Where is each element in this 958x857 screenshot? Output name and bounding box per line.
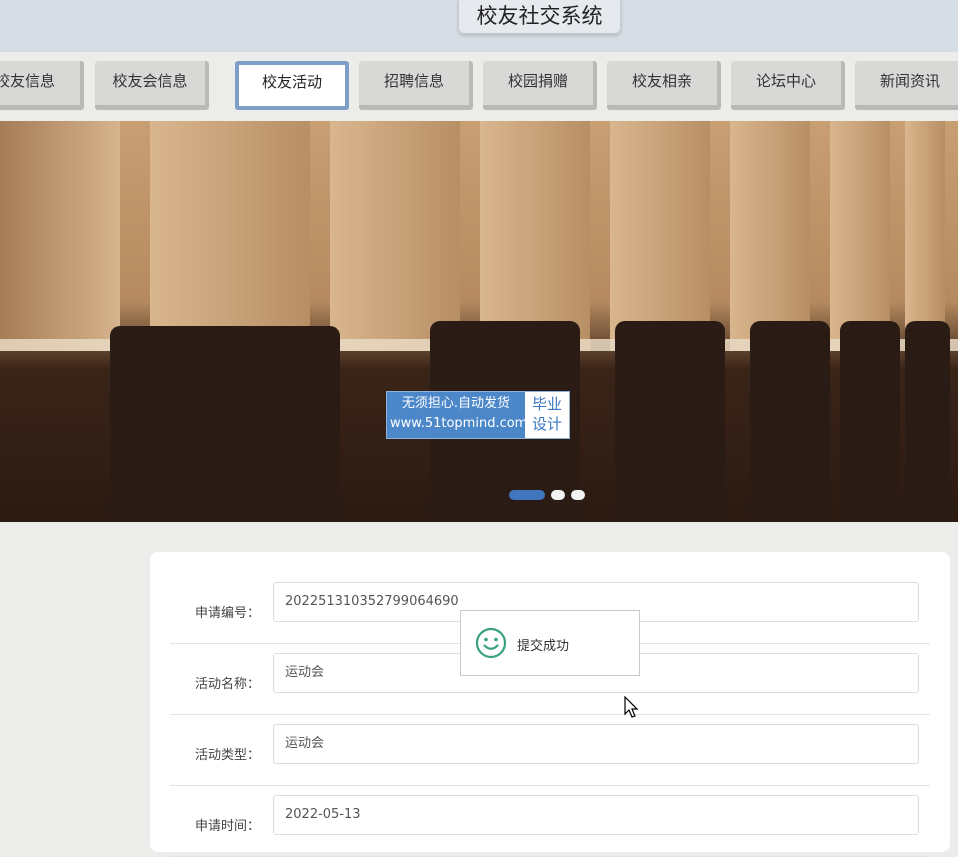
banner-panel <box>480 121 590 351</box>
carousel-dot-2[interactable] <box>551 490 565 500</box>
banner-chair <box>840 321 900 522</box>
form-label: 活动名称： <box>194 677 260 692</box>
activity-type-field[interactable]: 运动会 <box>273 724 919 764</box>
carousel-dot-3[interactable] <box>571 490 585 500</box>
banner-chair <box>110 326 340 522</box>
banner-chair <box>615 321 725 522</box>
banner-panel <box>150 121 310 351</box>
form-row-activity-type: 活动类型： 运动会 <box>170 714 930 786</box>
nav-item-matchmaking[interactable]: 校友相亲 <box>607 61 721 110</box>
nav-item-news[interactable]: 新闻资讯 <box>855 61 958 110</box>
carousel-indicators <box>509 490 585 500</box>
nav-item-alumni-activities[interactable]: 校友活动 <box>235 61 349 110</box>
watermark-badge: 无须担心.自动发货 www.51topmind.com 毕业 设计 <box>386 391 570 439</box>
top-bar: 校友社交系统 <box>0 0 958 52</box>
banner-panel <box>330 121 460 351</box>
banner-panel <box>610 121 710 351</box>
banner-chair <box>905 321 950 522</box>
nav-item-recruitment[interactable]: 招聘信息 <box>359 61 473 110</box>
form-row-application-time: 申请时间： 2022-05-13 <box>170 785 930 857</box>
app-title: 校友社交系统 <box>458 0 621 34</box>
success-toast: 提交成功 <box>460 610 640 676</box>
watermark-line-2: www.51topmind.com <box>390 416 528 431</box>
smile-icon <box>475 627 507 663</box>
watermark-tag-line-2: 设计 <box>531 415 562 433</box>
toast-message: 提交成功 <box>517 639 570 654</box>
application-time-field[interactable]: 2022-05-13 <box>273 795 919 835</box>
watermark-tag: 毕业 设计 <box>525 392 569 438</box>
nav-item-alumni-association[interactable]: 校友会信息 <box>95 61 209 110</box>
banner-panel <box>730 121 810 351</box>
banner-panel <box>905 121 945 351</box>
carousel-dot-1[interactable] <box>509 490 545 500</box>
nav-item-alumni-info[interactable]: 校友信息 <box>0 61 84 110</box>
mouse-cursor-icon <box>624 695 640 724</box>
banner-chair <box>750 321 830 522</box>
form-label: 申请编号： <box>194 606 260 621</box>
nav-item-forum[interactable]: 论坛中心 <box>731 61 845 110</box>
form-label: 活动类型： <box>194 748 260 763</box>
watermark-tag-line-1: 毕业 <box>531 395 562 413</box>
form-label: 申请时间： <box>194 819 260 834</box>
banner-panel <box>830 121 890 351</box>
nav-item-donation[interactable]: 校园捐赠 <box>483 61 597 110</box>
watermark-line-1: 无须担心.自动发货 <box>401 396 511 411</box>
banner-panel <box>0 121 120 351</box>
banner-carousel[interactable]: 无须担心.自动发货 www.51topmind.com 毕业 设计 <box>0 121 958 522</box>
main-nav: 校友信息 校友会信息 校友活动 招聘信息 校园捐赠 校友相亲 论坛中心 新闻资讯 <box>0 52 958 120</box>
application-form: 申请编号： 202251310352799064690 活动名称： 运动会 活动… <box>150 552 950 857</box>
watermark-text: 无须担心.自动发货 www.51topmind.com <box>387 392 528 438</box>
